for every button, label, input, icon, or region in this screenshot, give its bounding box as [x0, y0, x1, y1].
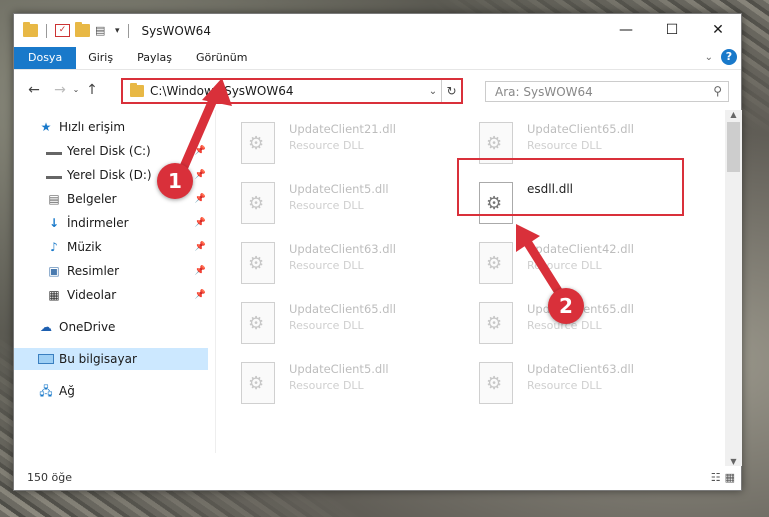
- pin-icon[interactable]: 📌: [195, 266, 206, 276]
- nav-quick-access[interactable]: ★ Hızlı erişim: [14, 116, 208, 138]
- item-count: 150 öğe: [27, 470, 72, 484]
- dll-file-icon: [241, 362, 275, 404]
- folder-icon: [130, 83, 144, 97]
- new-folder-icon[interactable]: [75, 22, 90, 37]
- dll-file-icon: [241, 122, 275, 164]
- pin-icon[interactable]: 📌: [195, 170, 206, 180]
- window-title: SysWOW64: [141, 23, 211, 38]
- pictures-icon: ▣: [48, 264, 60, 278]
- nav-label: Yerel Disk (D:): [67, 168, 152, 182]
- drive-icon: [46, 147, 62, 155]
- ribbon: Dosya Giriş Paylaş Görünüm ⌄ ?: [14, 47, 741, 69]
- network-icon: 🖧: [39, 384, 53, 398]
- cloud-icon: ☁: [40, 320, 52, 334]
- nav-label: Resimler: [67, 264, 120, 278]
- nav-onedrive[interactable]: ☁ OneDrive: [14, 316, 208, 338]
- minimize-button[interactable]: —: [603, 14, 649, 46]
- file-item[interactable]: UpdateClient65.dllResource DLL: [233, 296, 463, 348]
- forward-button[interactable]: →: [50, 82, 70, 98]
- dll-file-icon: [241, 242, 275, 284]
- dll-file-icon: [241, 182, 275, 224]
- address-row: ← → ⌄ ↑ C:\Windows\SysWOW64 ⌄ ↻ Ara: Sys…: [14, 69, 741, 109]
- customize-qat-icon[interactable]: ▾: [115, 26, 120, 36]
- help-icon[interactable]: ?: [721, 49, 737, 65]
- properties-icon[interactable]: ✓: [55, 24, 70, 37]
- file-item[interactable]: UpdateClient63.dllResource DLL: [471, 356, 701, 408]
- quick-access-toolbar: ✓ ▤ ▾: [23, 22, 132, 38]
- pin-icon[interactable]: 📌: [195, 194, 206, 204]
- star-icon: ★: [40, 120, 52, 134]
- vertical-scrollbar[interactable]: ▲ ▼: [725, 110, 742, 466]
- nav-this-pc[interactable]: Bu bilgisayar: [14, 348, 208, 370]
- videos-icon: ▦: [48, 288, 60, 302]
- documents-icon: ▤: [48, 192, 60, 206]
- large-icons-view-icon[interactable]: ▦: [725, 471, 735, 484]
- file-item[interactable]: UpdateClient42.dllResource DLL: [471, 236, 701, 288]
- file-item[interactable]: UpdateClient5.dllResource DLL: [233, 176, 463, 228]
- tab-home[interactable]: Giriş: [76, 47, 125, 69]
- chevron-down-icon[interactable]: ⌄: [425, 86, 441, 97]
- refresh-icon[interactable]: ↻: [441, 80, 461, 102]
- music-icon: ♪: [50, 240, 58, 254]
- nav-item-disk-c[interactable]: Yerel Disk (C:) 📌: [14, 140, 208, 162]
- title-bar: ✓ ▤ ▾ SysWOW64 — ☐ ✕: [14, 14, 741, 47]
- pin-icon[interactable]: 📌: [195, 242, 206, 252]
- nav-network[interactable]: 🖧 Ağ: [14, 380, 208, 402]
- navigation-pane: ★ Hızlı erişim Yerel Disk (C:) 📌 Yerel D…: [14, 110, 208, 454]
- tab-share[interactable]: Paylaş: [125, 47, 184, 69]
- dll-file-icon: [241, 302, 275, 344]
- step-badge-2: 2: [548, 288, 584, 324]
- expand-ribbon-icon[interactable]: ⌄: [705, 52, 713, 63]
- dll-file-icon: [479, 362, 513, 404]
- file-item[interactable]: UpdateClient5.dllResource DLL: [233, 356, 463, 408]
- nav-label: Ağ: [59, 384, 75, 398]
- download-icon: ↓: [48, 216, 60, 230]
- nav-label: Hızlı erişim: [59, 120, 126, 134]
- nav-item-music[interactable]: ♪ Müzik 📌: [14, 236, 208, 258]
- nav-label: Müzik: [67, 240, 102, 254]
- maximize-button[interactable]: ☐: [649, 14, 695, 46]
- address-bar[interactable]: C:\Windows\SysWOW64 ⌄ ↻: [121, 78, 463, 104]
- address-path[interactable]: C:\Windows\SysWOW64: [150, 84, 425, 98]
- nav-label: Yerel Disk (C:): [67, 144, 151, 158]
- nav-label: OneDrive: [59, 320, 116, 334]
- scroll-up-icon[interactable]: ▲: [725, 110, 742, 119]
- pin-icon[interactable]: 📌: [195, 290, 206, 300]
- search-input[interactable]: Ara: SysWOW64 ⚲: [485, 81, 729, 102]
- computer-icon: [38, 354, 54, 364]
- up-button[interactable]: ↑: [82, 82, 102, 98]
- back-button[interactable]: ←: [24, 82, 44, 98]
- nav-label: Videolar: [67, 288, 117, 302]
- dll-file-icon: [479, 242, 513, 284]
- file-item[interactable]: UpdateClient21.dllResource DLL: [233, 116, 463, 168]
- nav-item-pictures[interactable]: ▣ Resimler 📌: [14, 260, 208, 282]
- nav-item-downloads[interactable]: ↓ İndirmeler 📌: [14, 212, 208, 234]
- pin-icon[interactable]: 📌: [195, 218, 206, 228]
- recent-locations-icon[interactable]: ⌄: [70, 85, 82, 94]
- highlight-box-file: [457, 158, 684, 216]
- explorer-window: ✓ ▤ ▾ SysWOW64 — ☐ ✕ Dosya Giriş Paylaş …: [13, 13, 742, 491]
- close-button[interactable]: ✕: [695, 14, 741, 46]
- nav-item-videos[interactable]: ▦ Videolar 📌: [14, 284, 208, 306]
- nav-label: Bu bilgisayar: [59, 352, 137, 366]
- nav-label: Belgeler: [67, 192, 117, 206]
- scroll-thumb[interactable]: [727, 122, 740, 172]
- status-bar: 150 öğe ☷ ▦: [14, 464, 743, 490]
- drive-icon: [46, 171, 62, 179]
- details-view-icon[interactable]: ☷: [711, 471, 721, 484]
- dll-file-icon: [479, 302, 513, 344]
- step-badge-1: 1: [157, 163, 193, 199]
- rename-icon[interactable]: ▤: [95, 24, 110, 37]
- pin-icon[interactable]: 📌: [195, 146, 206, 156]
- tab-view[interactable]: Görünüm: [184, 47, 259, 69]
- folder-icon: [23, 22, 38, 37]
- tab-file[interactable]: Dosya: [14, 47, 77, 69]
- file-item[interactable]: UpdateClient65.dllResource DLL: [471, 296, 701, 348]
- search-icon[interactable]: ⚲: [713, 84, 722, 98]
- search-placeholder: Ara: SysWOW64: [495, 84, 593, 99]
- nav-label: İndirmeler: [67, 216, 129, 230]
- file-item[interactable]: UpdateClient63.dllResource DLL: [233, 236, 463, 288]
